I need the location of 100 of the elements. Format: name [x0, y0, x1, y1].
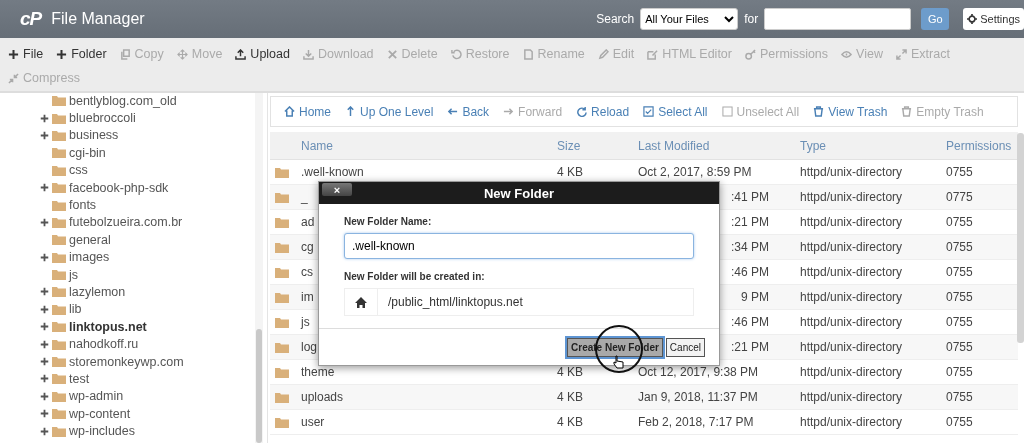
folder-icon: [275, 416, 289, 428]
search-scope-dropdown[interactable]: All Your Files: [640, 8, 739, 30]
nav-button[interactable]: Up One Level: [340, 104, 439, 119]
table-cell: theme: [301, 365, 335, 379]
table-cell: httpd/unix-directory: [800, 265, 903, 279]
expand-plus-icon[interactable]: [40, 374, 49, 384]
trash-icon: [901, 106, 913, 117]
folder-icon: [275, 266, 289, 278]
eye-icon: [841, 48, 853, 60]
folder-name[interactable]: storemonkeywp.com: [69, 354, 184, 369]
folder-name[interactable]: css: [69, 163, 88, 178]
folder-name[interactable]: js: [69, 267, 79, 282]
compress-icon: [8, 72, 19, 84]
toolbar-button[interactable]: Upload: [233, 42, 296, 66]
expand-plus-icon[interactable]: [40, 322, 49, 332]
expand-plus-icon[interactable]: [40, 130, 49, 140]
nav-button[interactable]: Back: [442, 104, 495, 119]
expand-plus-icon[interactable]: [40, 391, 49, 401]
folder-name[interactable]: futebolzueira.com.br: [69, 215, 183, 230]
table-cell: log: [301, 340, 317, 354]
table-cell: 4 KB: [557, 365, 583, 379]
scrollbar[interactable]: [1017, 133, 1024, 343]
folder-name[interactable]: business: [69, 128, 119, 143]
folder-icon: [275, 241, 289, 253]
toolbar-button[interactable]: Folder: [54, 42, 113, 66]
checkbox-icon: [643, 106, 655, 117]
folder-icon: [52, 321, 66, 333]
folder-name[interactable]: lib: [69, 302, 82, 317]
expand-plus-icon[interactable]: [40, 252, 49, 262]
nav-button[interactable]: Reload: [571, 104, 635, 119]
upload-icon: [235, 48, 247, 60]
nav-button[interactable]: View Trash: [808, 104, 893, 119]
table-cell: httpd/unix-directory: [800, 290, 903, 304]
table-cell: httpd/unix-directory: [800, 340, 903, 354]
expand-plus-icon[interactable]: [40, 339, 49, 349]
table-cell: httpd/unix-directory: [800, 215, 903, 229]
folder-name[interactable]: lazylemon: [69, 285, 126, 299]
settings-button[interactable]: Settings: [963, 8, 1024, 30]
table-cell: 9 PM: [741, 290, 769, 304]
expand-icon: [895, 48, 907, 60]
folder-name[interactable]: linktopus.net: [69, 319, 147, 334]
folder-name[interactable]: cgi-bin: [69, 145, 106, 160]
folder-name[interactable]: fonts: [69, 198, 97, 213]
folder-icon: [52, 112, 66, 124]
table-cell: ad: [301, 215, 315, 229]
folder-icon: [52, 164, 66, 176]
expand-plus-icon[interactable]: [40, 426, 49, 436]
logo: cP: [20, 8, 42, 30]
folder-icon: [52, 234, 66, 246]
folder-icon: [52, 303, 66, 315]
table-cell: 0755: [946, 215, 973, 229]
folder-name[interactable]: bluebroccoli: [69, 111, 136, 126]
toolbar-button[interactable]: File: [6, 42, 50, 66]
table-cell: Feb 2, 2018, 7:17 PM: [638, 415, 754, 429]
undo-icon: [450, 48, 462, 60]
folder-icon: [275, 291, 289, 303]
expand-plus-icon[interactable]: [40, 357, 49, 367]
nav-button[interactable]: Select All: [638, 104, 713, 119]
document-icon: [522, 48, 534, 60]
right-arrow-icon: [503, 106, 515, 117]
scrollbar[interactable]: [255, 93, 263, 443]
expand-plus-icon[interactable]: [40, 287, 49, 297]
folder-name[interactable]: facebook-php-sdk: [69, 180, 169, 195]
folder-name-field[interactable]: .well-known: [344, 233, 694, 259]
table-cell: im: [301, 290, 314, 304]
home-icon: [284, 106, 295, 117]
folder-name[interactable]: general: [69, 232, 111, 247]
folder-name[interactable]: test: [69, 371, 90, 386]
folder-icon: [275, 391, 289, 403]
table-cell: :46 PM: [731, 265, 769, 279]
folder-name[interactable]: nahodkoff.ru: [69, 337, 139, 352]
table-cell: Jan 9, 2018, 11:37 PM: [638, 390, 758, 404]
expand-plus-icon[interactable]: [40, 217, 49, 227]
expand-plus-icon[interactable]: [40, 409, 49, 419]
folder-icon: [52, 216, 66, 228]
folder-name[interactable]: wp-admin: [69, 389, 124, 404]
search-field[interactable]: [764, 8, 912, 30]
table-cell: :41 PM: [731, 190, 769, 204]
folder-icon: [52, 425, 66, 437]
table-cell: httpd/unix-directory: [800, 165, 903, 179]
folder-name[interactable]: bentlyblog.com_old: [69, 93, 177, 108]
table-cell: Oct 12, 2017, 9:38 PM: [638, 365, 759, 379]
table-cell: cg: [301, 240, 314, 254]
nav-button[interactable]: Home: [279, 104, 336, 119]
folder-name[interactable]: wp-content: [69, 406, 131, 421]
table-cell: 0775: [946, 190, 973, 204]
folder-name[interactable]: wp-includes: [69, 424, 135, 439]
table-cell: httpd/unix-directory: [800, 390, 903, 404]
table-cell: 4 KB: [557, 390, 583, 404]
folder-icon: [52, 129, 66, 141]
expand-plus-icon[interactable]: [40, 304, 49, 314]
folder-icon: [275, 316, 289, 328]
left-arrow-icon: [447, 106, 459, 117]
folder-name[interactable]: images: [69, 250, 110, 265]
table-cell: :21 PM: [731, 340, 769, 354]
cancel-button[interactable]: Cancel: [665, 337, 705, 357]
expand-plus-icon[interactable]: [40, 183, 49, 193]
expand-plus-icon[interactable]: [40, 113, 49, 123]
table-cell: :46 PM: [731, 315, 769, 329]
close-button[interactable]: ×: [322, 183, 352, 196]
